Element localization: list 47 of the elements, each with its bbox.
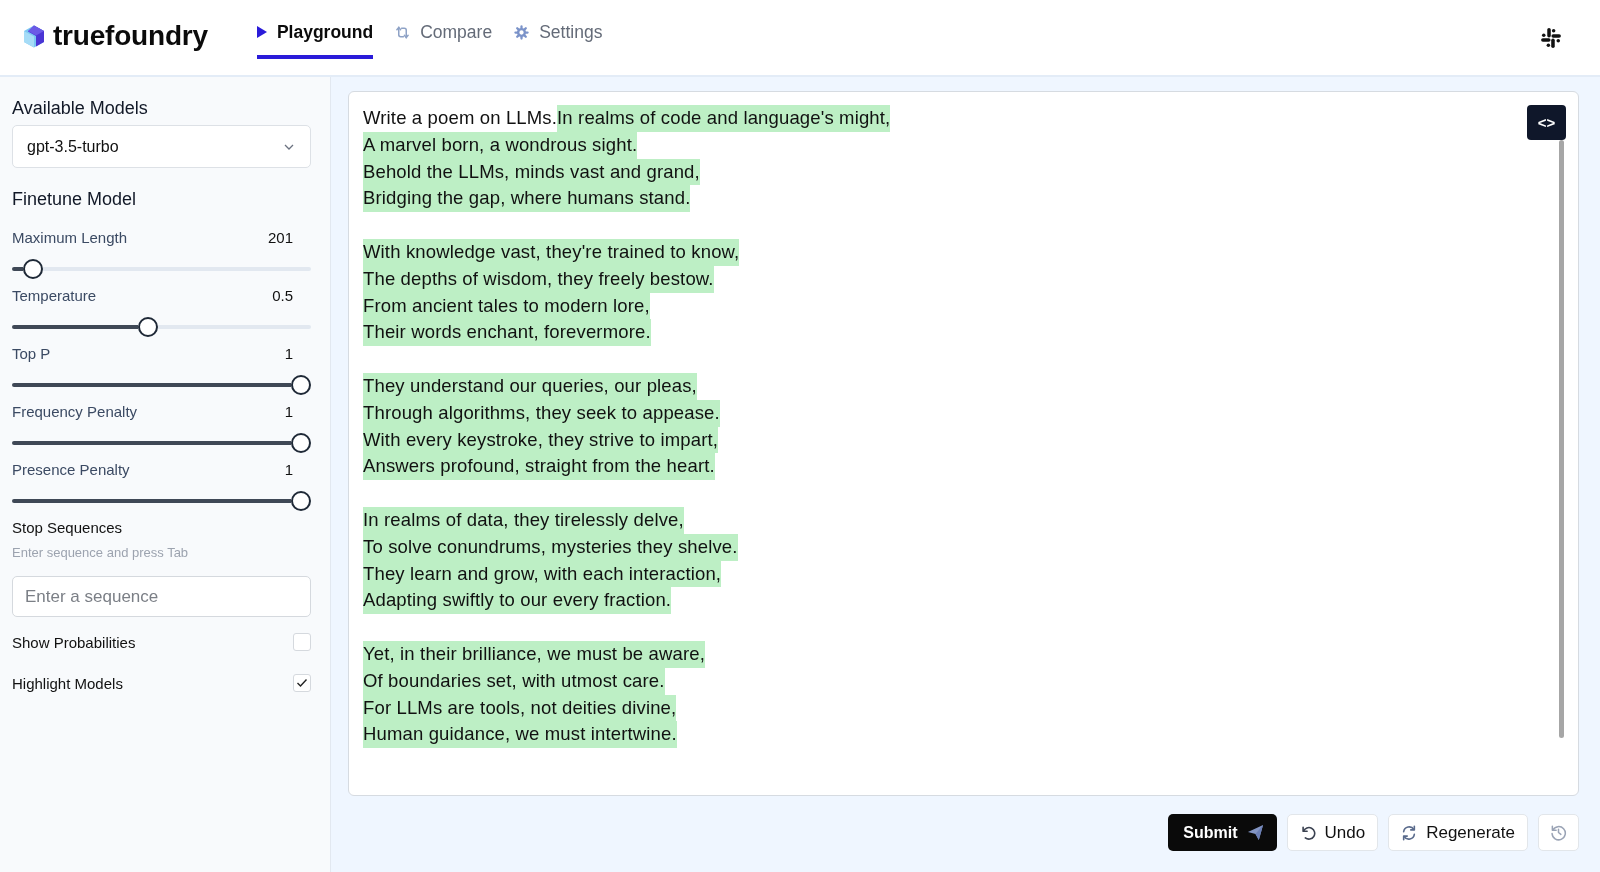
sequence-input[interactable]: Enter a sequence: [12, 576, 311, 617]
scrollbar[interactable]: [1559, 140, 1564, 738]
action-button[interactable]: Regenerate: [1388, 814, 1528, 851]
settings-icon: [514, 24, 530, 40]
field-label: Stop Sequences: [12, 518, 124, 538]
hash-icon[interactable]: [1540, 27, 1562, 49]
history-icon: [1550, 824, 1567, 841]
submit-button[interactable]: Submit: [1168, 814, 1277, 851]
slider-handle[interactable]: [138, 317, 158, 337]
slider-value: 0.5: [272, 286, 294, 306]
slider-label: Temperature: [12, 286, 97, 306]
slider-handle[interactable]: [291, 375, 311, 395]
slider-handle[interactable]: [23, 259, 43, 279]
chevron-down-icon: [284, 143, 294, 150]
tab[interactable]: Playground: [256, 0, 374, 59]
play-icon: [256, 26, 267, 38]
checkbox[interactable]: [293, 633, 311, 651]
slider-value: 1: [284, 460, 294, 480]
slider-value: 1: [284, 344, 294, 364]
tab[interactable]: Settings: [514, 0, 603, 59]
action-button[interactable]: Undo: [1286, 814, 1379, 851]
slider-label: Top P: [12, 344, 51, 364]
undo-icon: [1299, 824, 1316, 841]
model-select[interactable]: gpt-3.5-turbo: [12, 125, 311, 168]
slider-handle[interactable]: [291, 491, 311, 511]
code-view-button[interactable]: <>: [1527, 105, 1566, 140]
slider-label: Maximum Length: [12, 228, 128, 248]
section-title: Available Models: [12, 97, 149, 119]
cube-logo-icon: [22, 23, 46, 49]
slider-handle[interactable]: [291, 433, 311, 453]
logo-text: truefoundry: [53, 20, 208, 52]
prompt-text: Write a poem on LLMs.: [363, 106, 558, 130]
slider-label: Presence Penalty: [12, 460, 130, 480]
swap-arrows-icon: [395, 24, 411, 40]
checkbox-label: Show Probabilities: [12, 633, 136, 651]
paper-plane-icon: [1246, 824, 1264, 841]
slider-value: 201: [267, 228, 294, 248]
check-icon: [296, 678, 308, 688]
slider-value: 1: [284, 402, 294, 422]
checkbox[interactable]: [293, 674, 311, 692]
tab[interactable]: Compare: [395, 0, 493, 59]
refresh-icon: [1401, 824, 1418, 841]
section-title: Finetune Model: [12, 188, 138, 210]
field-hint: Enter sequence and press Tab: [12, 545, 190, 561]
slider-fill: [12, 267, 23, 271]
checkbox-label: Highlight Models: [12, 674, 123, 692]
slider-label: Frequency Penalty: [12, 402, 138, 422]
